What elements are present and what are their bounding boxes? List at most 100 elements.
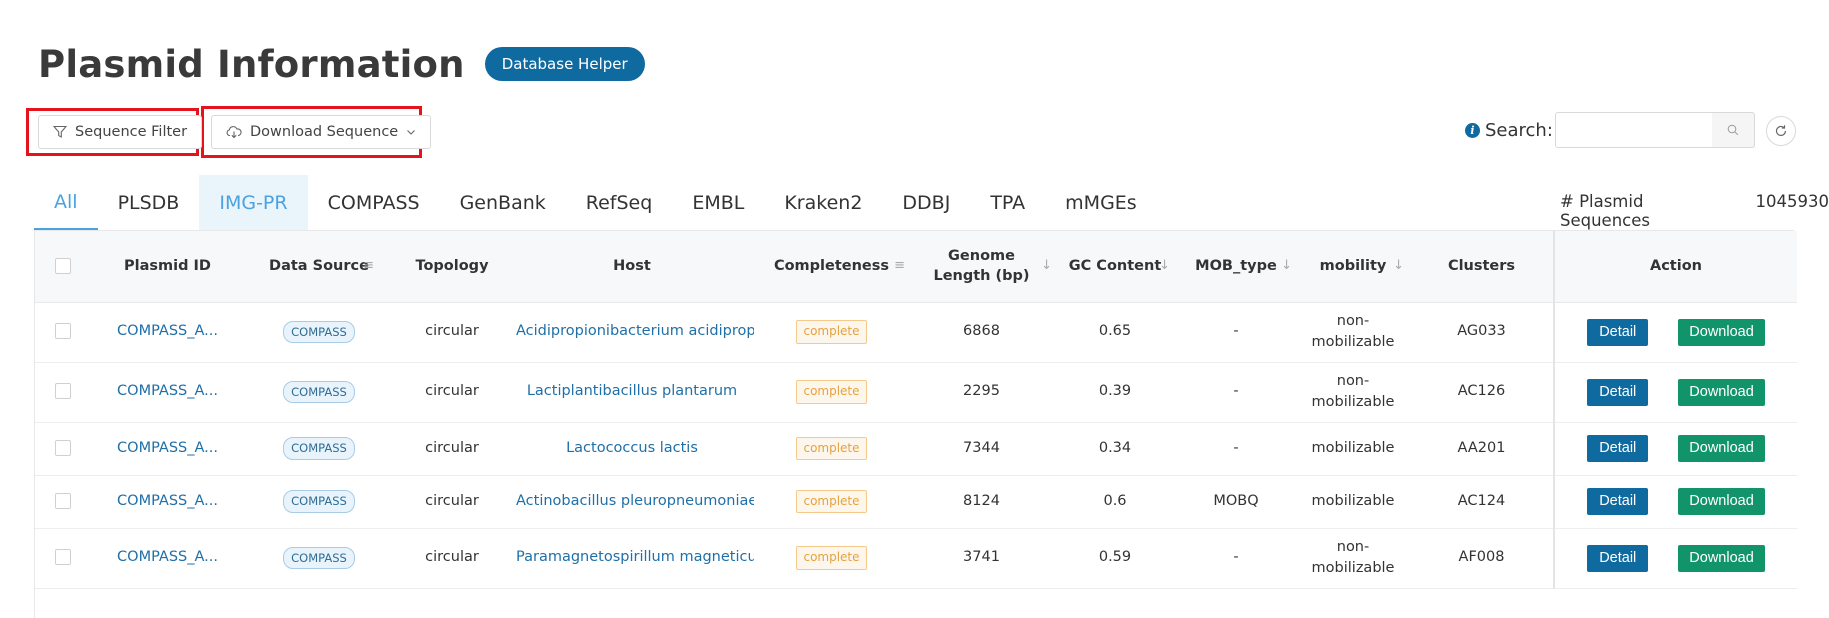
sort-icon[interactable]: ↓ — [1159, 257, 1170, 275]
row-checkbox[interactable] — [55, 492, 71, 509]
cluster-cell: AC124 — [1410, 475, 1554, 529]
sort-icon[interactable]: ↓ — [1041, 257, 1052, 275]
header-action: Action — [1553, 231, 1797, 303]
data-source-tag: COMPASS — [283, 437, 355, 460]
search-icon — [1727, 124, 1739, 136]
detail-button[interactable]: Detail — [1587, 488, 1649, 515]
data-source-cell: COMPASS — [244, 362, 394, 423]
detail-button[interactable]: Detail — [1587, 318, 1649, 346]
filter-icon[interactable]: ≡ — [363, 257, 374, 275]
sequence-count-label: # Plasmid Sequences — [1560, 192, 1650, 230]
host-link[interactable]: Acidipropionibacterium acidipropi — [510, 321, 754, 342]
data-source-cell: COMPASS — [244, 302, 394, 363]
completeness-tag: complete — [796, 489, 867, 514]
tab-ddbj[interactable]: DDBJ — [882, 175, 970, 231]
mobility-line2: mobilizable — [1311, 394, 1395, 410]
page-header: Plasmid Information Database Helper — [38, 36, 645, 92]
download-button[interactable]: Download — [1678, 544, 1765, 572]
page-title: Plasmid Information — [38, 42, 465, 86]
topology-cell: circular — [394, 528, 510, 589]
host-cell: Paramagnetospirillum magneticun — [510, 528, 754, 589]
header-genome-length-line1: Genome — [948, 247, 1015, 264]
plasmid-id-link[interactable]: COMPASS_A... — [117, 323, 218, 339]
info-icon[interactable]: i — [1465, 122, 1480, 138]
tab-embl[interactable]: EMBL — [672, 175, 764, 231]
gc-content-cell: 0.6 — [1054, 475, 1176, 529]
host-link[interactable]: Lactiplantibacillus plantarum — [510, 381, 754, 402]
header-mob-type-label: MOB_type — [1195, 258, 1277, 275]
mobility-line1: mobilizable — [1311, 492, 1395, 509]
row-checkbox[interactable] — [55, 549, 71, 566]
search-label: Search: — [1485, 119, 1553, 141]
plasmid-id-link[interactable]: COMPASS_A... — [117, 440, 218, 456]
search-input[interactable] — [1555, 112, 1713, 148]
header-mob-type[interactable]: MOB_type ↓ — [1176, 231, 1296, 303]
tab-kraken2[interactable]: Kraken2 — [764, 175, 882, 231]
row-checkbox[interactable] — [55, 323, 71, 340]
database-helper-button[interactable]: Database Helper — [484, 47, 645, 81]
tab-mmges[interactable]: mMGEs — [1045, 175, 1157, 231]
genome-length-cell: 8124 — [909, 475, 1054, 529]
host-link[interactable]: Actinobacillus pleuropneumoniae — [510, 491, 754, 512]
source-tabs: All PLSDB IMG-PR COMPASS GenBank RefSeq … — [34, 175, 1157, 231]
sort-icon[interactable]: ↓ — [1281, 257, 1292, 275]
host-link[interactable]: Lactococcus lactis — [510, 438, 754, 459]
download-button[interactable]: Download — [1678, 435, 1765, 462]
cloud-download-icon — [226, 126, 242, 139]
tab-tpa[interactable]: TPA — [970, 175, 1045, 231]
row-checkbox[interactable] — [55, 383, 71, 400]
header-topology[interactable]: Topology — [394, 231, 510, 303]
tab-img-pr[interactable]: IMG-PR — [199, 175, 308, 231]
plasmid-id-link[interactable]: COMPASS_A... — [117, 493, 218, 509]
header-data-source-label: Data Source — [269, 258, 369, 275]
header-mobility[interactable]: mobility ↓ — [1296, 231, 1410, 303]
download-sequence-dropdown[interactable]: Download Sequence — [211, 115, 432, 149]
search-button[interactable] — [1712, 112, 1755, 148]
detail-button[interactable]: Detail — [1587, 544, 1649, 572]
header-completeness[interactable]: Completeness ≡ — [754, 231, 909, 303]
header-host[interactable]: Host — [510, 231, 754, 303]
download-button[interactable]: Download — [1678, 378, 1765, 406]
row-select-cell — [35, 422, 91, 476]
plasmid-id-link[interactable]: COMPASS_A... — [117, 383, 218, 399]
mobility-line2: mobilizable — [1311, 334, 1395, 350]
tab-refseq[interactable]: RefSeq — [566, 175, 673, 231]
detail-button[interactable]: Detail — [1587, 435, 1649, 462]
completeness-tag: complete — [796, 546, 867, 570]
filter-icon[interactable]: ≡ — [894, 257, 905, 275]
header-data-source[interactable]: Data Source ≡ — [244, 231, 394, 303]
download-button[interactable]: Download — [1678, 318, 1765, 346]
mobility-cell: non-mobilizable — [1296, 302, 1410, 363]
refresh-icon — [1775, 125, 1787, 137]
tab-all[interactable]: All — [34, 175, 98, 231]
header-gc-content[interactable]: GC Content ↓ — [1054, 231, 1176, 303]
header-genome-length[interactable]: Genome Length (bp) ↓ — [909, 231, 1054, 303]
genome-length-cell: 3741 — [909, 528, 1054, 589]
select-all-checkbox[interactable] — [55, 258, 71, 275]
genome-length-cell: 2295 — [909, 362, 1054, 423]
search-area: i Search: — [1465, 112, 1553, 148]
sequence-filter-button[interactable]: Sequence Filter — [38, 115, 203, 149]
header-clusters[interactable]: Clusters — [1410, 231, 1554, 303]
tab-plsdb[interactable]: PLSDB — [98, 175, 200, 231]
plasmid-id-link[interactable]: COMPASS_A... — [117, 549, 218, 565]
mobility-cell: mobilizable — [1296, 422, 1410, 476]
completeness-cell: complete — [754, 362, 909, 423]
sort-icon[interactable]: ↓ — [1393, 257, 1404, 275]
detail-button[interactable]: Detail — [1587, 378, 1649, 406]
header-plasmid-id[interactable]: Plasmid ID — [91, 231, 244, 303]
mob-type-cell: - — [1176, 362, 1296, 423]
row-checkbox[interactable] — [55, 439, 71, 456]
mobility-line2: mobilizable — [1311, 560, 1395, 576]
table-row: COMPASS_A... COMPASS circular Lactiplant… — [35, 362, 1797, 423]
tab-compass[interactable]: COMPASS — [308, 175, 440, 231]
host-link[interactable]: Paramagnetospirillum magneticun — [510, 547, 754, 568]
refresh-button[interactable] — [1766, 116, 1796, 146]
download-button[interactable]: Download — [1678, 488, 1765, 515]
topology-cell: circular — [394, 362, 510, 423]
completeness-tag: complete — [796, 436, 867, 461]
tab-genbank[interactable]: GenBank — [440, 175, 566, 231]
mob-type-cell: MOBQ — [1176, 475, 1296, 529]
gc-content-cell: 0.34 — [1054, 422, 1176, 476]
topology-cell: circular — [394, 302, 510, 363]
